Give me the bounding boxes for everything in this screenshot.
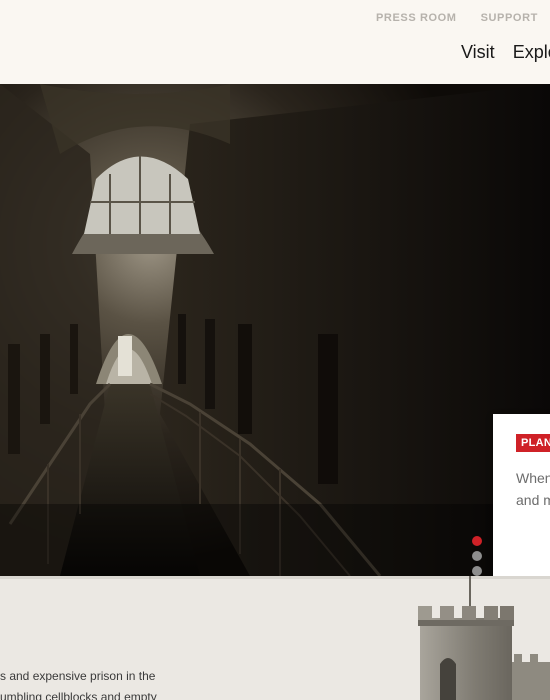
- nav-item-explore[interactable]: Explo: [513, 42, 550, 63]
- about-line: s and expensive prison in the: [0, 669, 156, 683]
- site-header: PRESS ROOM SUPPORT Visit Explo: [0, 0, 550, 84]
- card-description: When and m: [516, 467, 550, 511]
- card-line: and m: [516, 492, 550, 508]
- slide-dot-1[interactable]: [472, 536, 482, 546]
- nav-item-visit[interactable]: Visit: [461, 42, 495, 63]
- about-line: umbling cellblocks and empty: [0, 690, 157, 700]
- slide-dot-2[interactable]: [472, 551, 482, 561]
- card-tag: PLAN: [516, 434, 550, 452]
- support-link[interactable]: SUPPORT: [481, 12, 538, 24]
- slide-dots: [472, 536, 482, 576]
- hero-image: [0, 84, 550, 576]
- slide-dot-3[interactable]: [472, 566, 482, 576]
- utility-nav: PRESS ROOM SUPPORT: [376, 12, 538, 24]
- hero-slider: PLAN When and m: [0, 84, 550, 576]
- about-section: s and expensive prison in the umbling ce…: [0, 576, 550, 700]
- main-nav: Visit Explo: [461, 42, 550, 63]
- press-room-link[interactable]: PRESS ROOM: [376, 12, 457, 24]
- card-line: When: [516, 470, 550, 486]
- about-text: s and expensive prison in the umbling ce…: [0, 666, 157, 700]
- plan-visit-card[interactable]: PLAN When and m: [493, 414, 550, 576]
